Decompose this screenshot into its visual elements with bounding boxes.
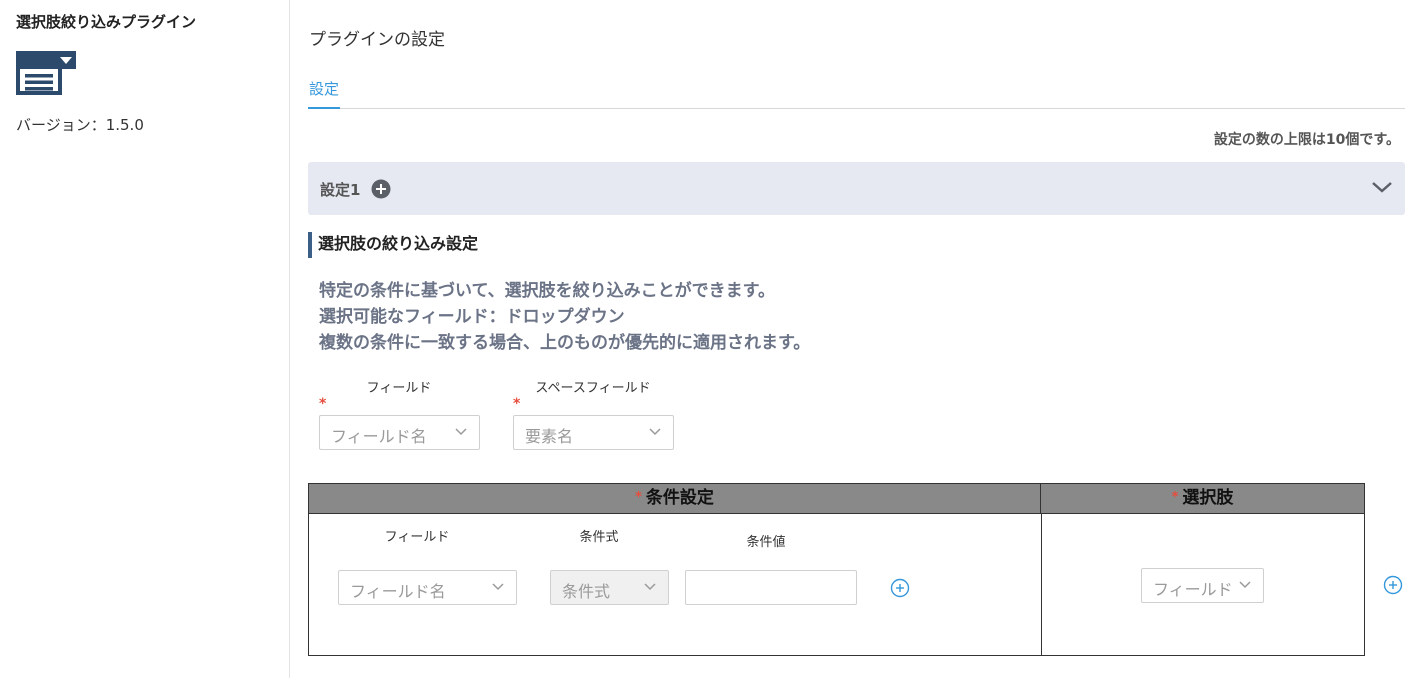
page-title: プラグインの設定 bbox=[309, 30, 445, 50]
required-mark: * bbox=[513, 396, 521, 412]
choice-header: * 選択肢 bbox=[1041, 484, 1364, 514]
condition-field-select[interactable]: フィールド名 bbox=[338, 570, 517, 605]
condition-field-label: フィールド bbox=[384, 530, 450, 545]
sidebar: 選択肢絞り込みプラグイン バージョン：1.5.0 bbox=[0, 0, 290, 678]
choice-field-select[interactable]: フィールド bbox=[1141, 568, 1264, 603]
condition-header-label: 条件設定 bbox=[645, 488, 714, 508]
column-divider bbox=[1041, 514, 1042, 655]
condition-field-placeholder: フィールド名 bbox=[350, 582, 446, 601]
required-mark: * bbox=[1171, 490, 1179, 505]
condition-operator-label: 条件式 bbox=[579, 530, 619, 545]
condition-value-input[interactable] bbox=[685, 570, 857, 605]
limit-note: 設定の数の上限は10個です。 bbox=[1213, 132, 1400, 148]
required-mark: * bbox=[635, 490, 642, 505]
chevron-down-icon bbox=[492, 583, 504, 591]
chevron-down-icon[interactable] bbox=[1371, 179, 1393, 195]
setting-accordion-header[interactable]: 設定1 bbox=[308, 162, 1405, 215]
field-label: フィールド bbox=[366, 381, 432, 396]
chevron-down-icon bbox=[649, 428, 661, 436]
tab-settings[interactable]: 設定 bbox=[308, 73, 341, 109]
choice-field-placeholder: フィールド bbox=[1153, 580, 1233, 599]
setting-title: 設定1 bbox=[320, 181, 361, 199]
space-field-select-placeholder: 要素名 bbox=[525, 427, 574, 446]
section-heading: 選択肢の絞り込み設定 bbox=[308, 232, 478, 258]
plugin-name: 選択肢絞り込みプラグイン bbox=[16, 13, 197, 31]
condition-operator-select[interactable]: 条件式 bbox=[550, 570, 669, 605]
condition-operator-placeholder: 条件式 bbox=[562, 582, 611, 601]
dropdown-list-icon bbox=[16, 51, 76, 95]
description-line: 選択可能なフィールド：ドロップダウン bbox=[319, 307, 625, 327]
chevron-down-icon bbox=[644, 583, 656, 591]
version-label: バージョン：1.5.0 bbox=[16, 116, 144, 134]
add-condition-icon[interactable] bbox=[890, 578, 910, 598]
description-line: 複数の条件に一致する場合、上のものが優先的に適用されます。 bbox=[319, 333, 811, 353]
required-mark: * bbox=[319, 396, 327, 412]
space-field-select[interactable]: 要素名 bbox=[513, 415, 674, 450]
plus-circle-icon[interactable] bbox=[371, 179, 391, 199]
tab-bar: 設定 bbox=[308, 73, 1405, 109]
condition-header: * 条件設定 bbox=[309, 484, 1041, 514]
field-select-placeholder: フィールド名 bbox=[331, 427, 427, 446]
choice-header-label: 選択肢 bbox=[1182, 488, 1234, 508]
space-field-label: スペースフィールド bbox=[535, 381, 651, 396]
chevron-down-icon bbox=[455, 428, 467, 436]
chevron-down-icon bbox=[1239, 581, 1251, 589]
description-line: 特定の条件に基づいて、選択肢を絞り込みことができます。 bbox=[319, 281, 775, 301]
add-row-icon[interactable] bbox=[1383, 575, 1403, 595]
field-select[interactable]: フィールド名 bbox=[319, 415, 480, 450]
condition-table: * 条件設定 * 選択肢 フィールド 条件式 条件値 フィールド名 条件式 フィール… bbox=[308, 483, 1365, 656]
condition-value-label: 条件値 bbox=[746, 535, 786, 550]
